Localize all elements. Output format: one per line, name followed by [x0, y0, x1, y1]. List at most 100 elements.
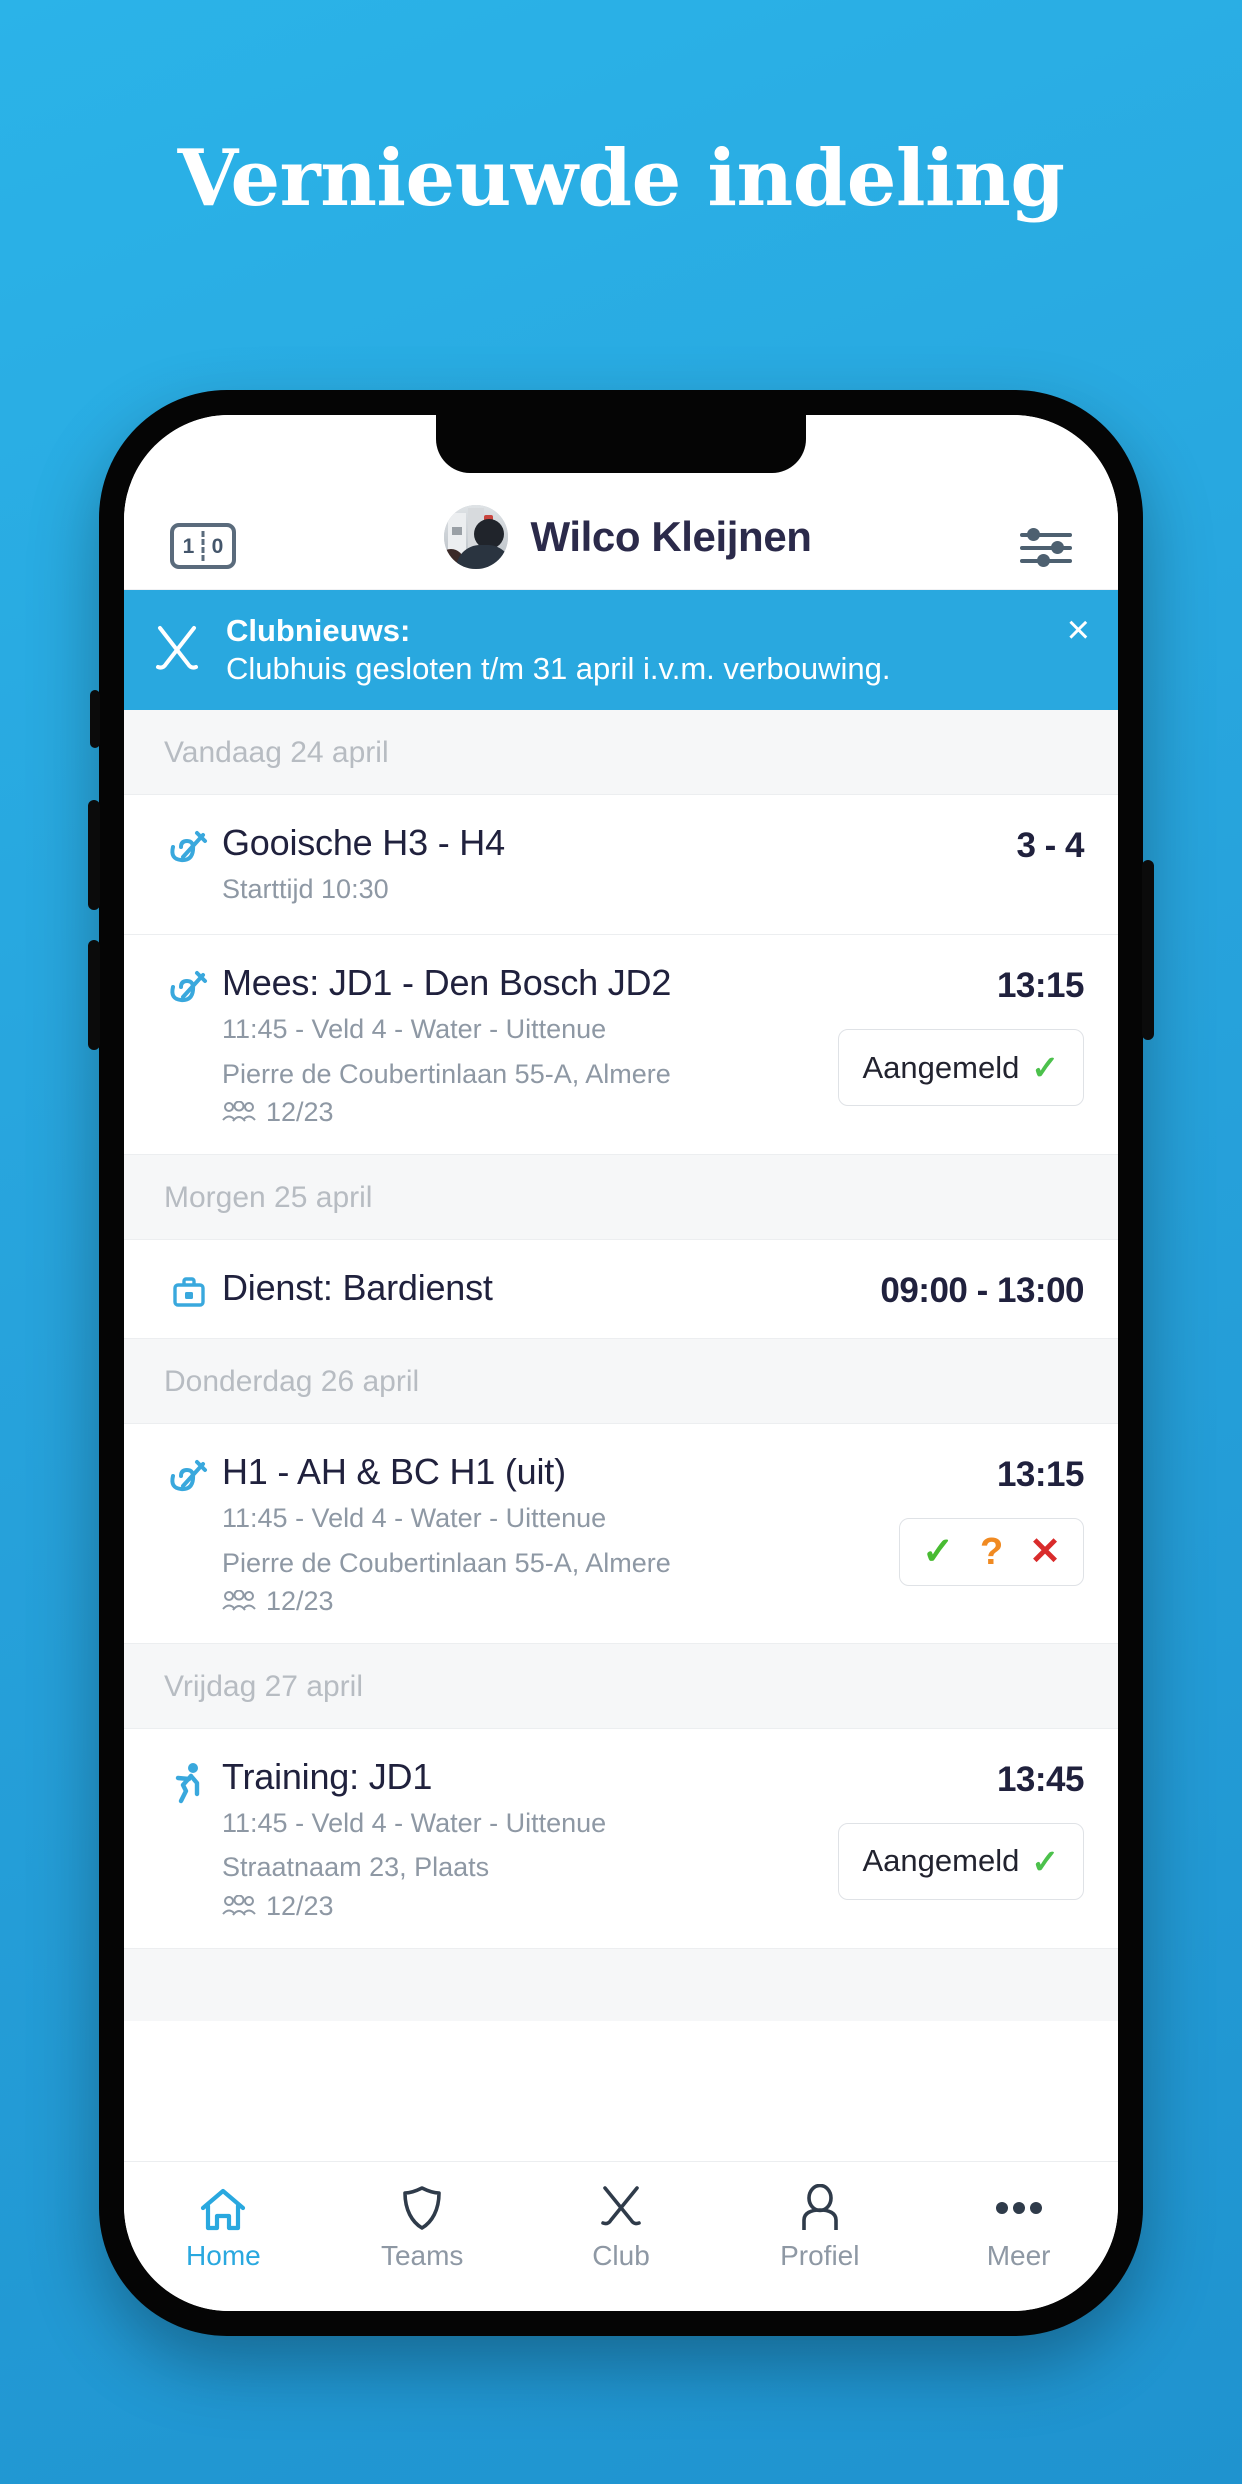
event-attendance: 12/23 [222, 1097, 822, 1128]
event-main: Training: JD1 11:45 - Veld 4 - Water - U… [216, 1755, 822, 1922]
event-subtitle: Starttijd 10:30 [222, 873, 389, 904]
scoreboard-left-value: 1 [182, 534, 195, 558]
tab-meer-label: Meer [986, 2239, 1051, 2271]
event-attendance: 12/23 [222, 1891, 822, 1922]
event-time: 13:15 [996, 966, 1085, 1006]
day-header: Vrijdag 27 april [124, 1643, 1118, 1729]
event-title: H1 - AH & BC H1 (uit) [222, 1450, 566, 1492]
tab-profiel[interactable]: Profiel [720, 2180, 919, 2272]
event-row[interactable]: H1 - AH & BC H1 (uit) 11:45 - Veld 4 - W… [124, 1423, 1118, 1644]
event-subtitle-line-1: 11:45 - Veld 4 - Water - Uittenue [222, 1014, 607, 1045]
event-icon-wrap [162, 821, 216, 871]
banner-text: Clubnieuws: Clubhuis gesloten t/m 31 apr… [226, 612, 1041, 688]
event-icon-wrap [162, 1755, 216, 1805]
attendance-count: 12/23 [266, 1096, 334, 1127]
shield-icon [400, 2180, 444, 2232]
event-right: 13:45 Aangemeld ✓ [822, 1755, 1085, 1900]
check-icon: ✓ [1031, 1842, 1059, 1880]
attendance-status-label: Aangemeld [862, 1843, 1020, 1879]
hockey-sticks-icon [170, 830, 207, 862]
event-row[interactable]: Mees: JD1 - Den Bosch JD2 11:45 - Veld 4… [124, 935, 1118, 1155]
event-title: Training: JD1 [222, 1755, 433, 1797]
event-subtitle-line-1: 11:45 - Veld 4 - Water - Uittenue [222, 1503, 607, 1534]
event-icon-wrap [162, 1266, 216, 1312]
event-row[interactable]: Gooische H3 - H4 Starttijd 10:30 3 - 4 [124, 794, 1118, 936]
people-icon [222, 1895, 256, 1916]
close-icon[interactable]: × [1067, 610, 1090, 650]
phone-volume-up-button[interactable] [88, 800, 100, 910]
tab-meer[interactable]: Meer [919, 2180, 1118, 2272]
scoreboard-icon[interactable]: 1 0 [170, 523, 236, 569]
ellipsis-icon [993, 2180, 1045, 2232]
attendance-status-label: Aangemeld [862, 1049, 1020, 1085]
event-time: 13:15 [996, 1454, 1085, 1494]
tab-profiel-label: Profiel [780, 2239, 860, 2271]
header-user[interactable]: Wilco Kleijnen [236, 505, 1020, 569]
hockey-sticks-icon [170, 971, 207, 1003]
hockey-sticks-icon [170, 1459, 207, 1492]
event-attendance: 12/23 [222, 1586, 879, 1617]
rsvp-maybe-button[interactable]: ? [980, 1533, 1003, 1571]
banner-message: Clubhuis gesloten t/m 31 april i.v.m. ve… [226, 650, 891, 686]
briefcase-icon [173, 1277, 205, 1307]
event-row[interactable]: Dienst: Bardienst 09:00 - 13:00 [124, 1239, 1118, 1339]
tab-home[interactable]: Home [124, 2180, 323, 2272]
sliders-icon[interactable] [1020, 527, 1072, 569]
event-row[interactable]: Training: JD1 11:45 - Veld 4 - Water - U… [124, 1728, 1118, 1949]
check-icon: ✓ [1031, 1049, 1059, 1087]
phone-notch [436, 415, 806, 473]
event-icon-wrap [162, 961, 216, 1011]
people-icon [222, 1590, 256, 1611]
phone-screen: 1 0 Wilco Kleijnen Clubnieuws: Clubhuis … [124, 415, 1118, 2311]
banner-title: Clubnieuws: [226, 613, 411, 648]
tab-teams-label: Teams [380, 2239, 464, 2271]
user-name: Wilco Kleijnen [530, 513, 812, 560]
attendance-status-button[interactable]: Aangemeld ✓ [837, 1822, 1084, 1900]
user-avatar[interactable] [444, 505, 509, 569]
event-score: 3 - 4 [1016, 825, 1084, 865]
poster-headline: Vernieuwde indeling [177, 133, 1065, 224]
attendance-status-button[interactable]: Aangemeld ✓ [837, 1029, 1084, 1107]
people-icon [222, 1101, 256, 1123]
event-title: Gooische H3 - H4 [222, 821, 505, 863]
event-right: 3 - 4 [879, 821, 1084, 867]
event-main: Mees: JD1 - Den Bosch JD2 11:45 - Veld 4… [216, 961, 822, 1128]
event-right: 13:15 Aangemeld ✓ [822, 961, 1085, 1107]
phone-power-button[interactable] [1142, 860, 1154, 1040]
tab-home-label: Home [186, 2239, 261, 2271]
feed-bottom-spacer [124, 1948, 1118, 2021]
hockey-sticks-icon [156, 625, 198, 670]
day-header: Vandaag 24 april [124, 709, 1118, 795]
phone-mute-button[interactable] [90, 690, 100, 748]
event-title: Dienst: Bardienst [222, 1266, 493, 1308]
rsvp-choice-group[interactable]: ✓ ? ✕ [899, 1517, 1084, 1586]
event-subtitle-line-2: Pierre de Coubertinlaan 55-A, Almere [222, 1058, 671, 1089]
phone-mockup: 1 0 Wilco Kleijnen Clubnieuws: Clubhuis … [88, 390, 1154, 2336]
event-time: 13:45 [996, 1759, 1085, 1799]
event-subtitle-line-2: Pierre de Coubertinlaan 55-A, Almere [222, 1547, 671, 1578]
phone-volume-down-button[interactable] [88, 940, 100, 1050]
club-news-banner[interactable]: Clubnieuws: Clubhuis gesloten t/m 31 apr… [124, 590, 1118, 710]
event-subtitle-line-2: Straatnaam 23, Plaats [222, 1852, 490, 1883]
attendance-count: 12/23 [266, 1585, 334, 1616]
event-title: Mees: JD1 - Den Bosch JD2 [222, 962, 672, 1004]
scoreboard-right-value: 0 [211, 534, 224, 558]
tab-teams[interactable]: Teams [323, 2180, 522, 2272]
event-right: 09:00 - 13:00 [864, 1266, 1084, 1312]
event-main: Dienst: Bardienst [216, 1266, 864, 1309]
phone-body: 1 0 Wilco Kleijnen Clubnieuws: Clubhuis … [88, 390, 1154, 2336]
home-icon [198, 2180, 248, 2232]
hockey-sticks-icon [597, 2180, 645, 2232]
tab-club[interactable]: Club [522, 2180, 721, 2272]
event-right: 13:15 ✓ ? ✕ [879, 1450, 1085, 1586]
event-main: H1 - AH & BC H1 (uit) 11:45 - Veld 4 - W… [216, 1450, 879, 1617]
event-icon-wrap [162, 1450, 216, 1500]
attendance-count: 12/23 [266, 1890, 334, 1921]
event-time: 09:00 - 13:00 [880, 1270, 1084, 1310]
rsvp-yes-button[interactable]: ✓ [922, 1533, 954, 1571]
person-icon [797, 2180, 843, 2232]
bottom-tab-bar: Home Teams Club Profiel Meer [124, 2161, 1118, 2311]
running-icon [175, 1762, 200, 1804]
rsvp-no-button[interactable]: ✕ [1029, 1533, 1061, 1571]
day-header: Morgen 25 april [124, 1154, 1118, 1240]
